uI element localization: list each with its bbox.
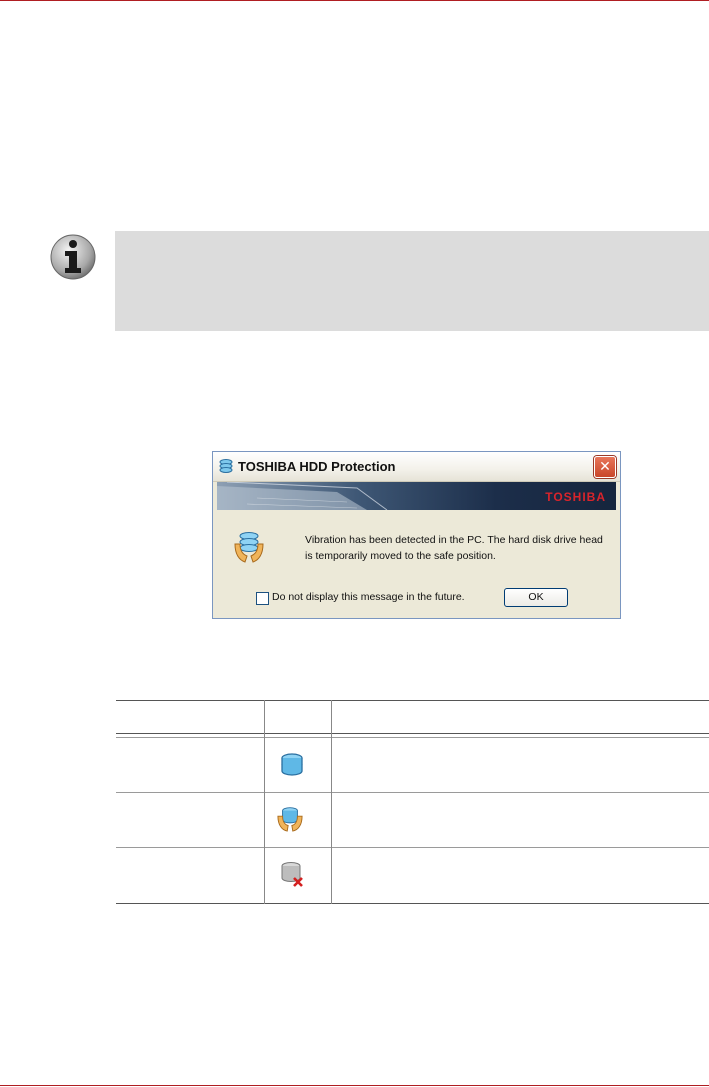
dont-show-again-checkbox[interactable] xyxy=(256,592,269,605)
table-column-divider xyxy=(264,700,265,904)
hdd-protection-dialog: TOSHIBA HDD Protection ✕ TOSHIBA Vibrati… xyxy=(212,451,621,619)
table-header-rule xyxy=(116,733,709,734)
dialog-titlebar[interactable]: TOSHIBA HDD Protection ✕ xyxy=(213,452,620,482)
dont-show-again-label[interactable]: Do not display this message in the futur… xyxy=(272,591,465,603)
ok-button[interactable]: OK xyxy=(504,588,568,607)
hdd-disabled-icon xyxy=(281,862,303,887)
dialog-banner: TOSHIBA xyxy=(217,482,616,510)
table-row-divider xyxy=(116,847,709,848)
info-note-icon xyxy=(50,234,96,280)
note-box xyxy=(115,231,709,331)
table-row-divider xyxy=(116,792,709,793)
hdd-title-icon xyxy=(219,459,233,473)
table-top-rule xyxy=(116,700,709,701)
top-rule xyxy=(0,0,709,1)
hdd-protected-icon xyxy=(234,532,264,563)
hdd-normal-icon xyxy=(281,753,303,776)
bottom-rule xyxy=(0,1085,709,1086)
toshiba-logo: TOSHIBA xyxy=(545,490,606,504)
hdd-protected-icon xyxy=(277,807,303,832)
close-button[interactable]: ✕ xyxy=(594,456,616,478)
dialog-message: Vibration has been detected in the PC. T… xyxy=(305,534,603,562)
table-bottom-rule xyxy=(116,903,709,904)
table-column-divider xyxy=(331,700,332,904)
dialog-title: TOSHIBA HDD Protection xyxy=(238,459,396,474)
table-header-rule-2 xyxy=(116,737,709,738)
